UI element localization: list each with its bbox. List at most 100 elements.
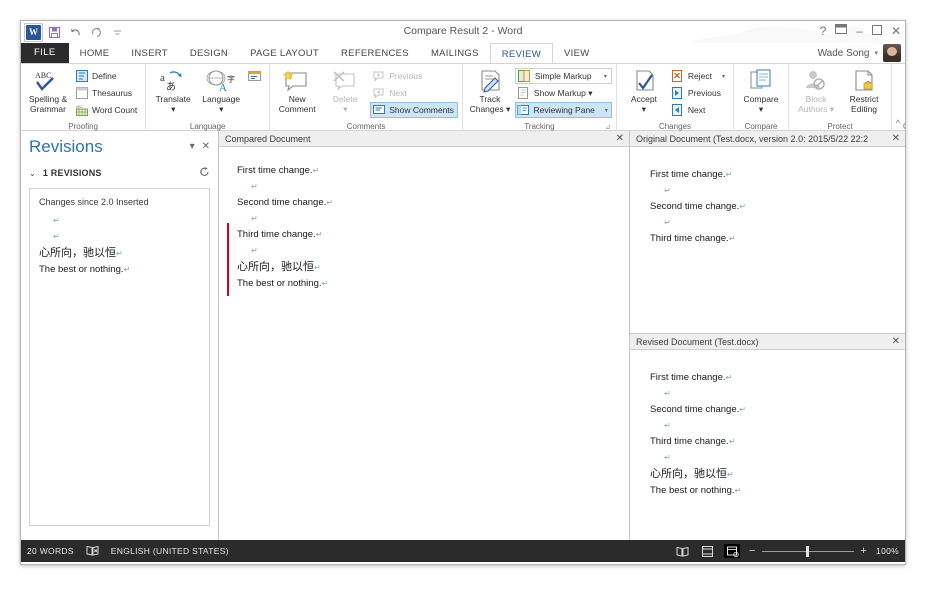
tab-review[interactable]: REVIEW [489, 43, 554, 63]
document-line: ↵ [650, 215, 905, 231]
tab-page-layout[interactable]: PAGE LAYOUT [239, 43, 330, 63]
show-comments-button[interactable]: Show Comments [370, 102, 458, 118]
language-caret-icon[interactable]: ▾ [219, 104, 223, 114]
document-line-text: First time change. [650, 372, 726, 383]
zoom-in-button[interactable]: + [860, 546, 867, 557]
compared-document-body[interactable]: First time change.↵ ↵ Second time change… [219, 147, 629, 540]
compared-document-title: Compared Document [225, 133, 311, 144]
show-markup-button[interactable]: Show Markup ▾ [515, 85, 612, 101]
collapse-ribbon-button[interactable]: ^ [896, 118, 900, 128]
block-authors-button[interactable]: Block Authors ▾ [793, 66, 839, 118]
revised-document-close-icon[interactable]: ✕ [888, 336, 900, 347]
revision-line: 心所向，驰以恒↵ [39, 245, 200, 262]
pilcrow-icon: ↵ [664, 218, 671, 227]
block-authors-label-1: Block [805, 94, 827, 104]
translate-button[interactable]: aあ Translate ▾ [150, 66, 196, 118]
pilcrow-icon: ↵ [314, 263, 321, 272]
thesaurus-button[interactable]: Thesaurus [73, 85, 141, 101]
reviewing-pane-button[interactable]: Reviewing Pane ▾ [514, 102, 612, 118]
original-document-body[interactable]: First time change.↵ ↵ Second time change… [630, 147, 905, 333]
zoom-slider[interactable]: − + [749, 545, 867, 557]
accept-caret-icon[interactable]: ▾ [642, 104, 646, 114]
word-count-button[interactable]: ABC Word Count [73, 102, 141, 118]
document-line: First time change.↵ [237, 163, 629, 179]
tab-design[interactable]: DESIGN [179, 43, 239, 63]
revised-document-header: Revised Document (Test.docx) ✕ [630, 334, 905, 350]
web-layout-icon[interactable] [724, 544, 741, 558]
help-icon[interactable]: ? [820, 24, 827, 38]
previous-comment-button[interactable]: Previous [370, 68, 458, 84]
next-change-button[interactable]: Next [669, 102, 729, 118]
track-changes-button[interactable]: Track Changes ▾ [467, 66, 513, 118]
zoom-level[interactable]: 100% [876, 546, 899, 556]
ribbon-tabs[interactable]: FILE HOME INSERT DESIGN PAGE LAYOUT REFE… [21, 43, 905, 63]
user-account[interactable]: Wade Song ▾ [818, 44, 901, 62]
ribbon-group-proofing: ABC Spelling & Grammar Define Thesaurus [21, 64, 147, 132]
compared-document-header: Compared Document ✕ [219, 131, 629, 147]
revisions-pane-close-icon[interactable]: ✕ [202, 141, 210, 152]
compared-document-close-icon[interactable]: ✕ [612, 133, 624, 144]
tab-references[interactable]: REFERENCES [330, 43, 420, 63]
spelling-grammar-button[interactable]: ABC Spelling & Grammar [25, 66, 71, 118]
track-changes-label-2[interactable]: Changes ▾ [470, 104, 511, 114]
delete-comment-button[interactable]: Delete ▾ [322, 66, 368, 118]
define-button[interactable]: Define [73, 68, 141, 84]
minimize-button[interactable]: – [856, 24, 863, 38]
pilcrow-icon: ↵ [53, 216, 60, 225]
compared-document-pane: Compared Document ✕ First time change.↵ … [219, 131, 630, 540]
display-for-review-caret-icon[interactable]: ▾ [598, 73, 607, 80]
next-comment-button[interactable]: Next [370, 85, 458, 101]
revision-card[interactable]: Changes since 2.0 Inserted ↵ ↵ 心所向，驰以恒↵ … [29, 188, 210, 526]
close-button[interactable]: ✕ [891, 24, 901, 38]
proofing-errors-icon[interactable] [86, 545, 99, 558]
word-count-status[interactable]: 20 WORDS [27, 546, 74, 556]
tab-mailings[interactable]: MAILINGS [420, 43, 490, 63]
revised-document-body[interactable]: First time change.↵ ↵ Second time change… [630, 350, 905, 540]
revisions-section-chevron-icon[interactable]: ⌄ [29, 169, 36, 178]
avatar[interactable] [883, 44, 901, 62]
reject-caret-icon[interactable]: ▾ [716, 73, 725, 80]
translate-caret-icon[interactable]: ▾ [171, 104, 175, 114]
zoom-track[interactable] [761, 545, 855, 557]
original-document-close-icon[interactable]: ✕ [888, 133, 900, 144]
reviewing-pane-caret-icon[interactable]: ▾ [599, 107, 608, 114]
spelling-grammar-icon: ABC [31, 68, 65, 94]
restore-button[interactable] [871, 24, 882, 38]
new-comment-button[interactable]: New Comment [274, 66, 320, 118]
language-button[interactable]: A字 Language ▾ [198, 66, 244, 118]
original-document-pane: Original Document (Test.docx, version 2.… [630, 131, 905, 334]
compare-caret-icon[interactable]: ▾ [759, 104, 763, 114]
read-mode-icon[interactable] [674, 544, 690, 558]
window-controls[interactable]: ? – ✕ [820, 23, 901, 38]
language-preferences-icon[interactable] [246, 68, 265, 84]
document-line-text: Second time change. [650, 201, 740, 212]
linked-notes-button[interactable]: N Linked Notes [896, 66, 905, 118]
user-caret-icon[interactable]: ▾ [874, 49, 878, 57]
pilcrow-icon: ↵ [664, 421, 671, 430]
delete-comment-icon [330, 68, 360, 94]
tab-home[interactable]: HOME [69, 43, 121, 63]
ribbon-group-changes: Accept ▾ Reject ▾ Previous Next Changes [617, 64, 735, 132]
tab-file[interactable]: FILE [21, 43, 69, 63]
tab-view[interactable]: VIEW [553, 43, 600, 63]
document-line: Third time change.↵ [237, 227, 629, 243]
ribbon-display-options-icon[interactable] [835, 23, 848, 38]
zoom-out-button[interactable]: − [749, 546, 756, 557]
revisions-pane-dropdown-icon[interactable]: ▾ [190, 141, 195, 152]
refresh-icon[interactable] [199, 166, 210, 180]
delete-comment-caret-icon[interactable]: ▾ [343, 104, 347, 114]
display-for-review-dropdown[interactable]: Simple Markup ▾ [514, 68, 612, 84]
document-line-text: Third time change. [650, 233, 729, 244]
print-layout-icon[interactable] [699, 544, 715, 558]
language-status[interactable]: ENGLISH (UNITED STATES) [111, 546, 229, 556]
compare-button[interactable]: Compare ▾ [738, 66, 784, 118]
reject-button[interactable]: Reject ▾ [669, 68, 729, 84]
previous-change-button[interactable]: Previous [669, 85, 729, 101]
document-line: ↵ [650, 450, 905, 466]
accept-button[interactable]: Accept ▾ [621, 66, 667, 118]
zoom-thumb[interactable] [806, 545, 810, 557]
pilcrow-icon: ↵ [739, 202, 746, 211]
ribbon: ABC Spelling & Grammar Define Thesaurus [21, 63, 905, 132]
tab-insert[interactable]: INSERT [120, 43, 178, 63]
restrict-editing-button[interactable]: Restrict Editing [841, 66, 887, 118]
